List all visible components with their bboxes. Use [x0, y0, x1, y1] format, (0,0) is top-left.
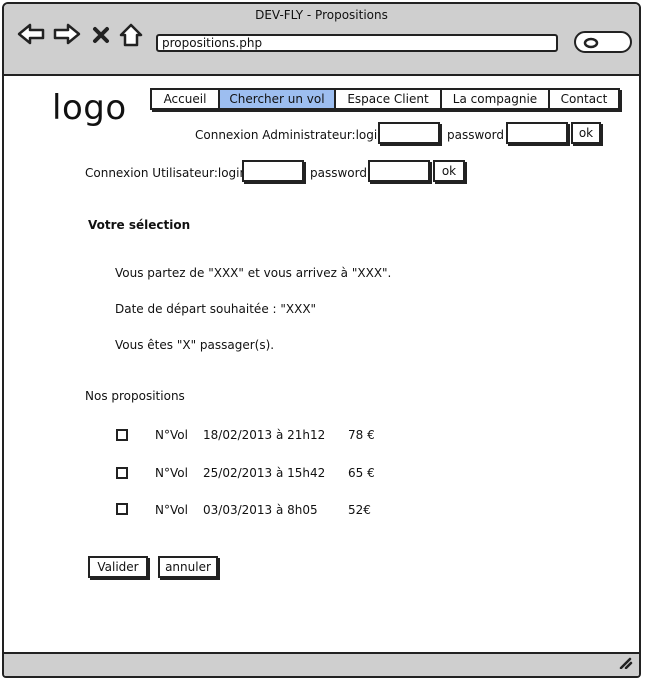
- selection-passengers: Vous êtes "X" passager(s).: [115, 338, 275, 352]
- arrow-left-icon[interactable]: [16, 22, 46, 50]
- flight-date: 03/03/2013 à 8h05: [203, 503, 318, 517]
- menu-item-la-compagnie[interactable]: La compagnie: [442, 90, 550, 108]
- resize-grip-icon[interactable]: [617, 654, 633, 673]
- admin-password-label: password: [447, 128, 504, 142]
- arrow-right-icon[interactable]: [52, 22, 82, 50]
- selection-date: Date de départ souhaitée : "XXX": [115, 302, 317, 316]
- selection-route: Vous partez de "XXX" et vous arrivez à "…: [115, 266, 392, 280]
- user-login-label: Connexion Utilisateur:login: [85, 166, 248, 180]
- user-login-input[interactable]: [242, 160, 304, 182]
- home-icon[interactable]: [118, 22, 144, 52]
- browser-chrome: DEV-FLY - Propositions propositions.php: [4, 4, 639, 76]
- flight-date: 18/02/2013 à 21h12: [203, 428, 326, 442]
- admin-login-label: Connexion Administrateur:login: [195, 128, 385, 142]
- flight-number: N°Vol: [155, 503, 188, 517]
- menu-item-contact[interactable]: Contact: [550, 90, 618, 108]
- window-title: DEV-FLY - Propositions: [255, 8, 388, 22]
- search-box[interactable]: [574, 31, 632, 53]
- admin-login-input[interactable]: [378, 122, 440, 144]
- flight-checkbox[interactable]: [116, 467, 128, 479]
- selection-title: Votre sélection: [88, 218, 191, 232]
- propositions-title: Nos propositions: [85, 389, 185, 403]
- main-menu: Accueil Chercher un vol Espace Client La…: [150, 88, 620, 110]
- close-icon[interactable]: [92, 26, 110, 48]
- user-password-label: password: [310, 166, 367, 180]
- admin-ok-button[interactable]: ok: [571, 122, 601, 144]
- menu-item-espace-client[interactable]: Espace Client: [336, 90, 442, 108]
- logo: logo: [52, 88, 127, 128]
- menu-item-accueil[interactable]: Accueil: [152, 90, 220, 108]
- flight-checkbox[interactable]: [116, 429, 128, 441]
- flight-date: 25/02/2013 à 15h42: [203, 466, 326, 480]
- validate-button[interactable]: Valider: [88, 556, 148, 578]
- cancel-button[interactable]: annuler: [158, 556, 218, 578]
- flight-price: 52€: [348, 503, 371, 517]
- user-ok-button[interactable]: ok: [433, 160, 465, 182]
- menu-item-chercher-un-vol[interactable]: Chercher un vol: [220, 90, 336, 108]
- url-input[interactable]: propositions.php: [156, 34, 558, 52]
- user-password-input[interactable]: [368, 160, 430, 182]
- admin-password-input[interactable]: [506, 122, 568, 144]
- browser-window: DEV-FLY - Propositions propositions.php …: [2, 2, 641, 678]
- flight-price: 78 €: [348, 428, 375, 442]
- flight-price: 65 €: [348, 466, 375, 480]
- flight-number: N°Vol: [155, 466, 188, 480]
- flight-checkbox[interactable]: [116, 503, 128, 515]
- flight-number: N°Vol: [155, 428, 188, 442]
- status-bar: [4, 652, 639, 676]
